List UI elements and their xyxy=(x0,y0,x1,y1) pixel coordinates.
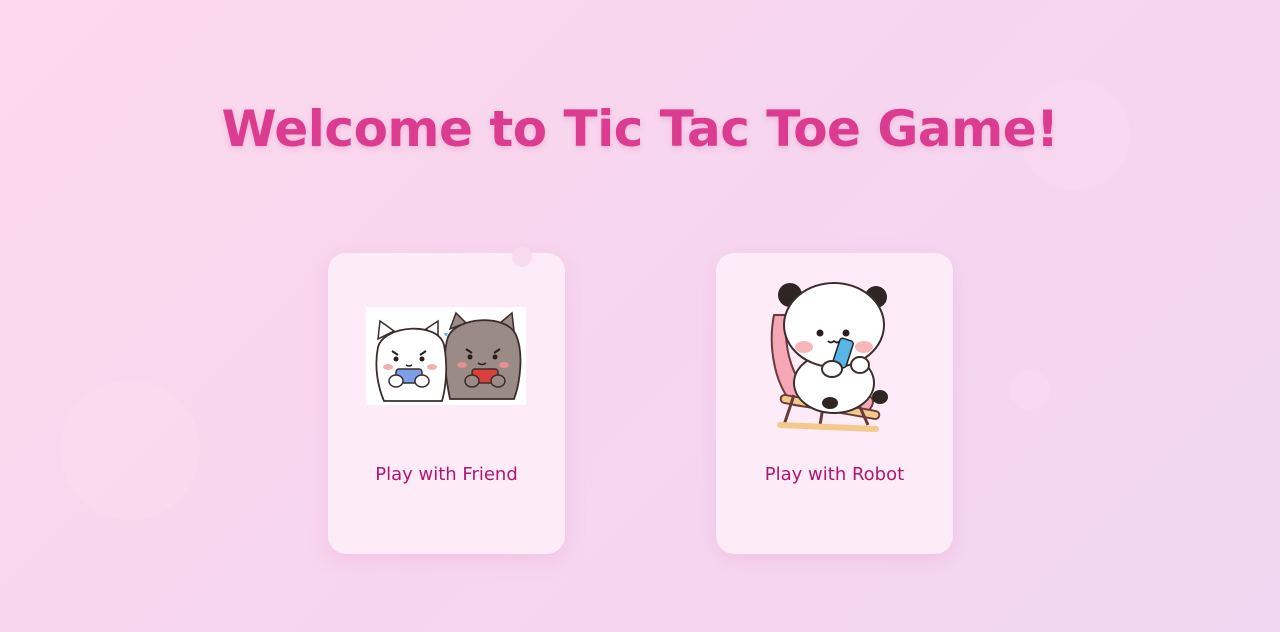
play-with-friend-label: Play with Friend xyxy=(375,464,518,485)
panda-playing-phone-illustration xyxy=(770,282,888,432)
play-with-robot-label: Play with Robot xyxy=(764,464,905,485)
background-bubble xyxy=(60,380,200,520)
play-with-friend-card[interactable]: Play with Friend xyxy=(328,247,565,554)
cats-playing-games-illustration xyxy=(366,307,526,405)
card-decoration xyxy=(512,247,532,267)
play-with-robot-card[interactable]: Play with Robot xyxy=(716,253,953,554)
background-bubble xyxy=(1010,370,1050,410)
page-title: Welcome to Tic Tac Toe Game! xyxy=(221,100,1059,158)
